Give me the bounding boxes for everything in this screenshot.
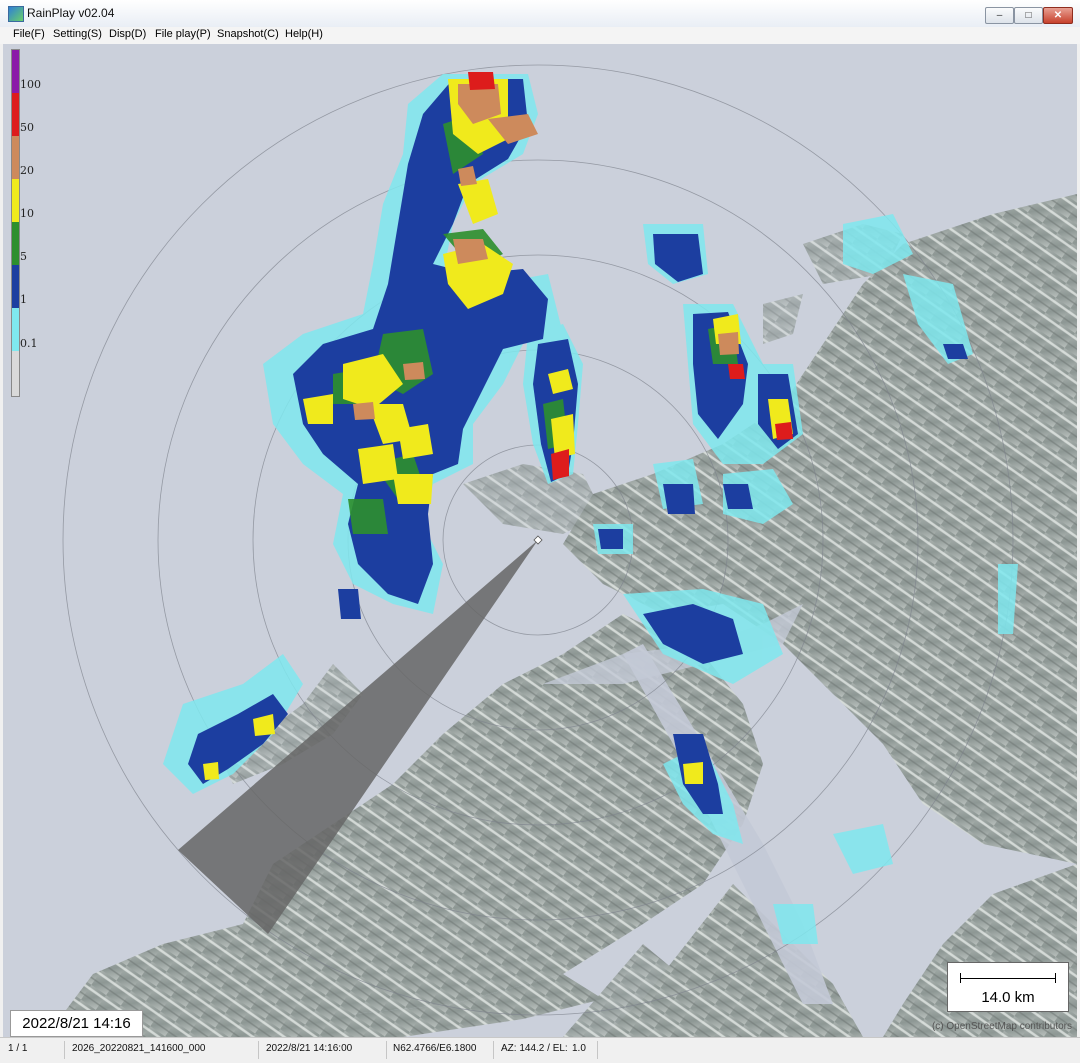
- status-coords: N62.4766/E6.1800: [393, 1043, 477, 1054]
- legend-swatch-5: [12, 222, 19, 265]
- status-az-el: AZ: 144.2 / EL:: [501, 1043, 568, 1054]
- legend-label-20: 20: [20, 164, 34, 177]
- menu-setting[interactable]: Setting(S): [53, 28, 102, 40]
- menu-file[interactable]: File(F): [13, 28, 45, 40]
- menu-disp[interactable]: Disp(D): [109, 28, 146, 40]
- legend-swatch-none: [12, 351, 19, 396]
- close-button[interactable]: ✕: [1043, 7, 1073, 24]
- legend-swatch-50: [12, 93, 19, 136]
- menu-help[interactable]: Help(H): [285, 28, 323, 40]
- precipitation-legend: [11, 49, 20, 397]
- map-attribution: (c) OpenStreetMap contributors: [931, 1021, 1072, 1032]
- radar-map[interactable]: [3, 44, 1077, 1037]
- status-el-value: 1.0: [572, 1043, 586, 1054]
- legend-swatch-1: [12, 265, 19, 308]
- menu-file-play[interactable]: File play(P): [155, 28, 211, 40]
- legend-label-5: 5: [20, 250, 27, 263]
- legend-swatch-10: [12, 179, 19, 222]
- scale-bar: 14.0 km: [947, 962, 1069, 1012]
- legend-swatch-100: [12, 50, 19, 93]
- radar-map-canvas: [62, 64, 1077, 1037]
- legend-swatch-0-1: [12, 308, 19, 351]
- window-title: RainPlay v02.04: [27, 6, 115, 20]
- status-time: 2022/8/21 14:16:00: [266, 1043, 353, 1054]
- status-page: 1 / 1: [8, 1043, 28, 1054]
- legend-label-50: 50: [20, 121, 34, 134]
- maximize-button[interactable]: □: [1014, 7, 1043, 24]
- title-bar: RainPlay v02.04 – □ ✕: [0, 0, 1080, 28]
- timestamp-label: 2022/8/21 14:16: [10, 1010, 143, 1037]
- menu-bar: File(F) Setting(S) Disp(D) File play(P) …: [0, 27, 1080, 44]
- legend-swatch-20: [12, 136, 19, 179]
- scale-bar-label: 14.0 km: [981, 989, 1035, 1006]
- legend-label-100: 100: [20, 78, 41, 91]
- legend-label-10: 10: [20, 207, 34, 220]
- legend-label-1: 1: [20, 293, 27, 306]
- minimize-button[interactable]: –: [985, 7, 1014, 24]
- status-bar: 1 / 1 2026_20220821_141600_000 2022/8/21…: [0, 1037, 1080, 1063]
- app-icon: [8, 6, 24, 22]
- status-file: 2026_20220821_141600_000: [72, 1043, 206, 1054]
- menu-snapshot[interactable]: Snapshot(C): [217, 28, 279, 40]
- legend-label-0-1: 0.1: [20, 337, 38, 350]
